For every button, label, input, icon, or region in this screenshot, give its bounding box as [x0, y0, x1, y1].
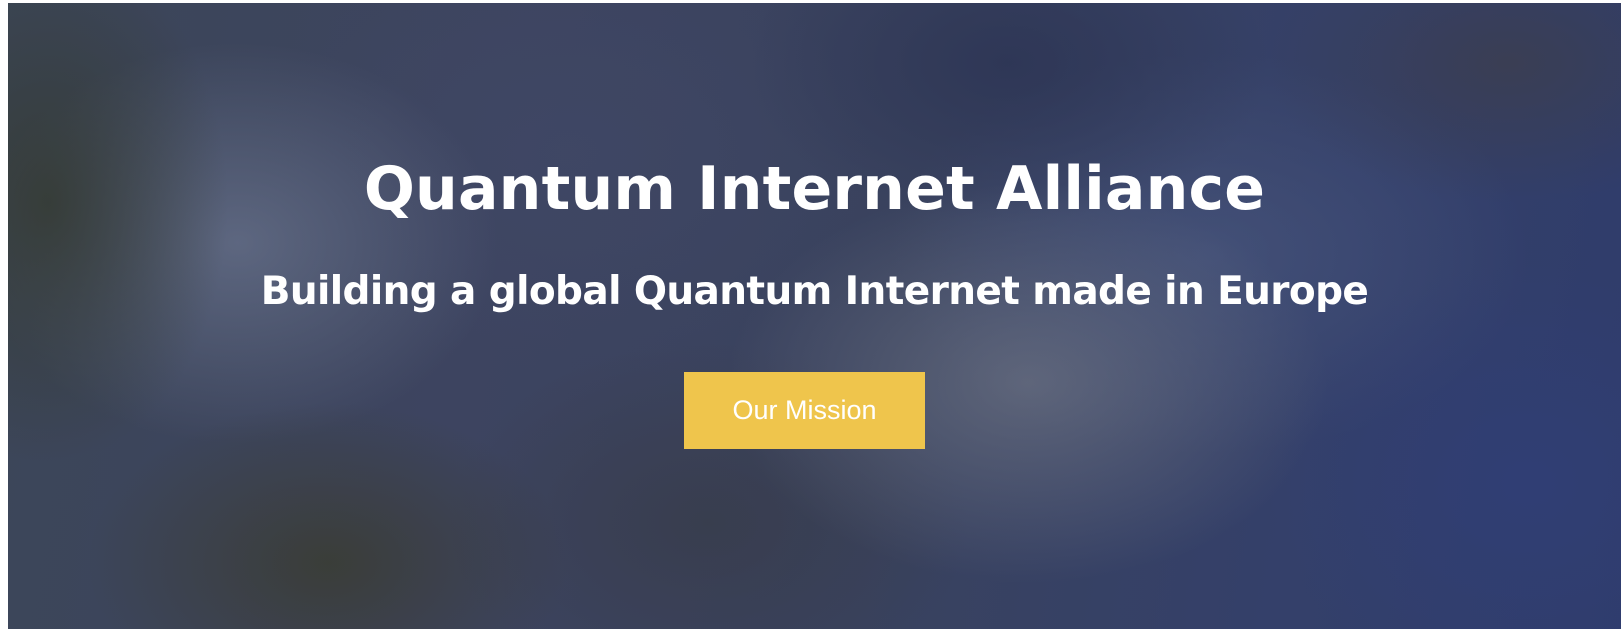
hero-content: Quantum Internet Alliance Building a glo…: [8, 3, 1621, 629]
hero-title: Quantum Internet Alliance: [363, 154, 1266, 224]
our-mission-button[interactable]: Our Mission: [684, 372, 925, 449]
hero-subtitle: Building a global Quantum Internet made …: [260, 269, 1369, 314]
hero-banner: Quantum Internet Alliance Building a glo…: [8, 3, 1621, 629]
